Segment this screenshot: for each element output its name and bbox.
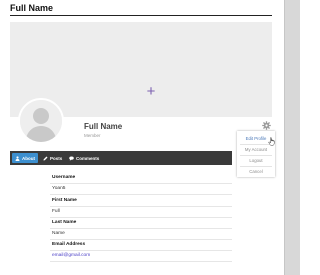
field-divider (50, 261, 232, 262)
field-value-email[interactable]: email@gmail.com (52, 253, 90, 258)
field-label-email: Email Address (52, 242, 86, 247)
field-divider (50, 183, 232, 184)
tab-label: About (22, 155, 35, 161)
pencil-icon (43, 156, 48, 160)
menu-item-logout[interactable]: Logout (237, 158, 275, 163)
comment-icon (69, 155, 74, 161)
title-divider (10, 15, 272, 16)
field-label-username: Username (52, 175, 76, 180)
menu-divider (240, 166, 272, 167)
field-divider (50, 194, 232, 195)
profile-tab-bar: About Posts Comments (10, 151, 232, 165)
field-label-first-name: First Name (52, 198, 77, 203)
field-value-first-name: Full (52, 209, 60, 214)
page-scrollbar[interactable] (284, 0, 300, 275)
field-value-username: Yoan5 (52, 186, 66, 191)
profile-name: Full Name (84, 122, 123, 131)
tab-label: Comments (76, 155, 100, 161)
page-title: Full Name (10, 3, 54, 13)
menu-divider (240, 155, 272, 156)
field-divider (50, 206, 232, 207)
tab-label: Posts (50, 155, 63, 161)
tab-posts[interactable]: Posts (40, 153, 65, 163)
profile-role: Member (84, 133, 101, 138)
field-divider (50, 239, 232, 240)
field-value-last-name: Name (52, 231, 65, 236)
field-divider (50, 217, 232, 218)
menu-item-cancel[interactable]: Cancel (237, 169, 275, 174)
tab-comments[interactable]: Comments (66, 153, 102, 163)
field-label-last-name: Last Name (52, 220, 77, 225)
tab-about[interactable]: About (12, 153, 38, 163)
menu-item-my-account[interactable]: My Account (237, 147, 275, 152)
avatar[interactable] (18, 98, 64, 144)
plus-icon[interactable]: + (142, 82, 160, 100)
hand-cursor-icon (268, 137, 275, 146)
field-divider (50, 250, 232, 251)
field-divider (50, 228, 232, 229)
gear-icon[interactable] (262, 121, 271, 130)
user-icon (15, 155, 20, 161)
user-silhouette-icon (20, 100, 62, 142)
